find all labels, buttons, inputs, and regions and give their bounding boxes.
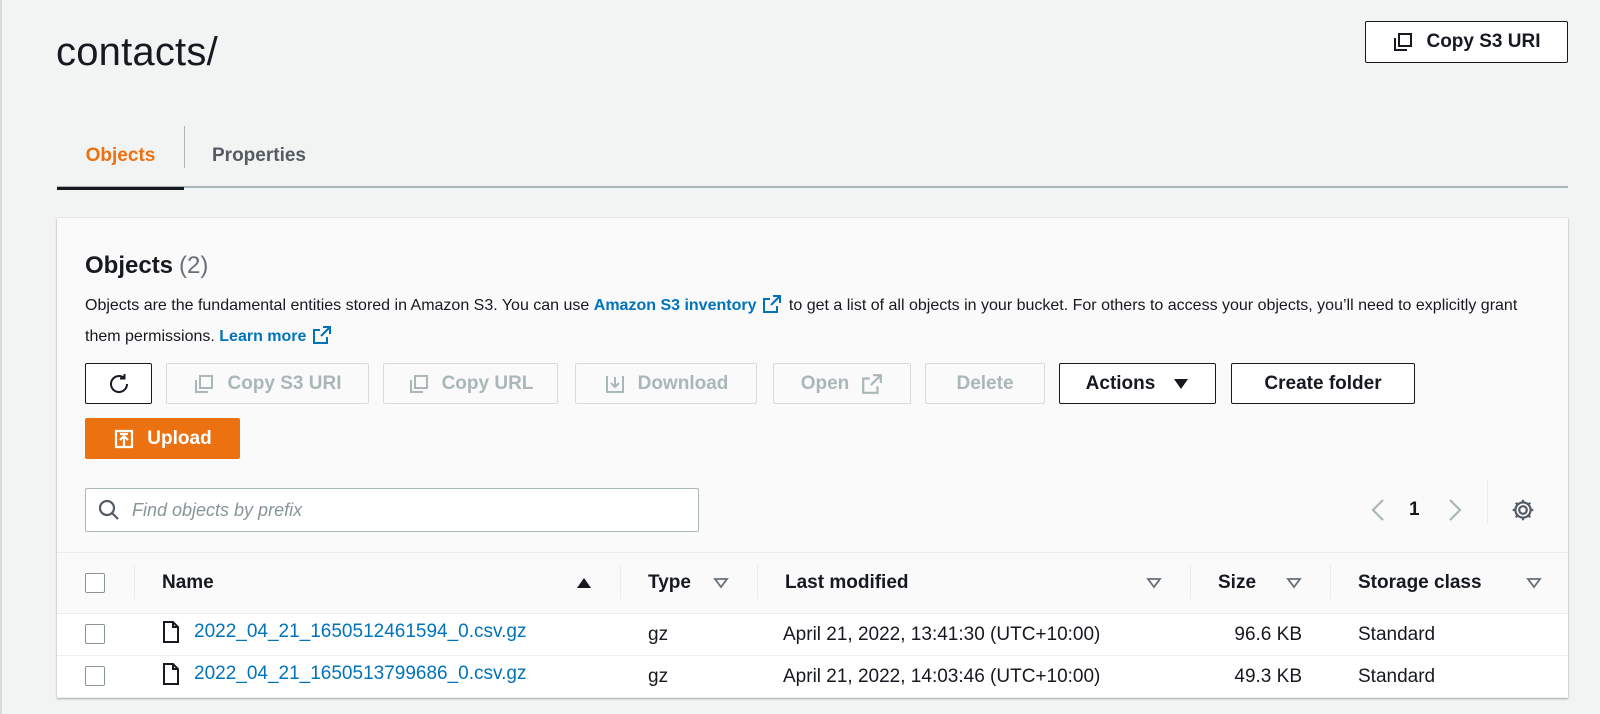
copy-url-button[interactable]: Copy URL [383,363,558,404]
column-size-label: Size [1218,572,1257,593]
table-row[interactable]: 2022_04_21_1650513799686_0.csv.gz gz Apr… [57,655,1568,698]
search-input[interactable] [132,499,698,521]
external-link-icon [763,295,782,313]
gear-icon[interactable] [1510,497,1536,523]
file-icon [163,620,179,643]
create-folder-button-label: Create folder [1264,372,1382,394]
create-folder-button[interactable]: Create folder [1231,363,1415,404]
object-size: 96.6 KB [1234,623,1302,645]
upload-icon [115,429,134,448]
caret-down-icon [1174,378,1189,389]
object-storage-class: Standard [1358,665,1436,687]
sort-descending-icon [1526,578,1542,589]
sort-descending-icon [713,578,729,589]
tab-properties-label: Properties [212,145,306,166]
objects-panel-title: Objects (2) [85,252,208,280]
object-name-cell: 2022_04_21_1650513799686_0.csv.gz [162,662,526,685]
column-divider [757,565,758,599]
refresh-button[interactable] [85,363,152,404]
search-box [85,488,699,532]
left-border [0,0,2,714]
header-copy-s3-uri-button[interactable]: Copy S3 URI [1365,21,1568,63]
copy-s3-uri-button[interactable]: Copy S3 URI [166,363,369,404]
learn-more-link-label: Learn more [219,328,307,345]
row-checkbox[interactable] [85,666,105,687]
select-all-checkbox[interactable] [85,572,105,593]
actions-dropdown-button[interactable]: Actions [1059,363,1216,404]
objects-panel: Objects (2) Objects are the fundamental e… [57,218,1568,698]
description-text-1: Objects are the fundamental entities sto… [85,297,594,314]
column-header-storage-class[interactable]: Storage class [1330,553,1568,614]
actions-button-label: Actions [1085,372,1156,394]
object-name-link[interactable]: 2022_04_21_1650512461594_0.csv.gz [194,621,526,643]
learn-more-link[interactable]: Learn more [219,326,334,345]
upload-button-label: Upload [147,427,212,449]
delete-button[interactable]: Delete [925,363,1045,404]
pagination-divider [1487,480,1488,524]
select-all-header [57,553,134,614]
object-last-modified: April 21, 2022, 13:41:30 (UTC+10:00) [783,623,1101,645]
object-size: 49.3 KB [1234,665,1302,687]
column-divider [620,565,621,599]
column-divider [134,565,135,599]
tab-objects[interactable]: Objects [57,124,184,190]
column-header-size[interactable]: Size [1190,553,1330,614]
amazon-s3-inventory-link-label: Amazon S3 inventory [593,297,757,314]
current-page[interactable]: 1 [1409,499,1420,521]
copy-s3-uri-label: Copy S3 URI [1426,31,1541,52]
file-icon [163,662,179,685]
copy-icon [195,374,214,393]
copy-url-button-label: Copy URL [441,372,534,394]
table-header-row: Name Type Last modified Size Storage cla… [57,552,1568,614]
sort-ascending-icon [577,578,591,588]
object-name-link[interactable]: 2022_04_21_1650513799686_0.csv.gz [194,663,526,685]
column-header-last-modified[interactable]: Last modified [757,553,1190,614]
page-title: contacts/ [56,30,218,74]
object-type: gz [648,665,669,687]
tab-bar: Objects Properties [57,124,1568,190]
row-checkbox[interactable] [85,624,105,645]
column-storage-class-label: Storage class [1358,572,1482,593]
upload-button[interactable]: Upload [85,418,240,459]
tab-objects-label: Objects [85,145,156,166]
sort-descending-icon [1286,578,1302,589]
download-icon [605,375,624,393]
open-button[interactable]: Open [773,363,911,404]
objects-table: Name Type Last modified Size Storage cla… [57,552,1568,698]
copy-s3-uri-button-label: Copy S3 URI [227,372,342,394]
column-name-label: Name [162,572,214,593]
open-button-label: Open [800,372,850,394]
object-storage-class: Standard [1358,623,1436,645]
copy-icon [409,374,428,393]
pagination: 1 [1367,490,1466,530]
search-icon [98,499,119,520]
chevron-right-icon[interactable] [1442,497,1466,523]
external-link-icon [313,326,332,344]
download-button[interactable]: Download [575,363,757,404]
download-button-label: Download [637,372,729,394]
objects-description: Objects are the fundamental entities sto… [85,290,1525,352]
tab-properties[interactable]: Properties [185,124,333,188]
column-header-name[interactable]: Name [134,553,620,614]
chevron-left-icon[interactable] [1367,497,1391,523]
column-last-modified-label: Last modified [785,572,909,593]
objects-count: (2) [179,252,209,279]
column-type-label: Type [648,572,691,593]
column-header-type[interactable]: Type [620,553,757,614]
delete-button-label: Delete [956,372,1014,394]
column-divider [1190,565,1191,599]
amazon-s3-inventory-link[interactable]: Amazon S3 inventory [593,295,785,314]
table-row[interactable]: 2022_04_21_1650512461594_0.csv.gz gz Apr… [57,613,1568,656]
refresh-icon [109,373,128,393]
column-divider [1330,565,1331,599]
objects-title-text: Objects [85,252,174,279]
copy-icon [1394,33,1413,51]
sort-descending-icon [1146,578,1162,589]
object-name-cell: 2022_04_21_1650512461594_0.csv.gz [162,620,526,643]
object-type: gz [648,623,669,645]
object-last-modified: April 21, 2022, 14:03:46 (UTC+10:00) [783,665,1101,687]
external-link-icon [862,373,883,394]
